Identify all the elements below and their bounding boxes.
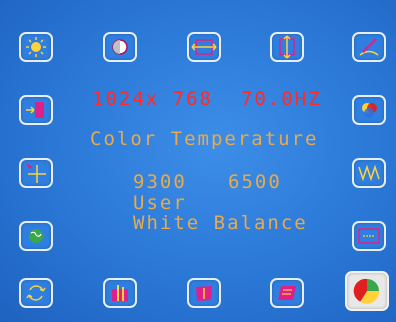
option-white-balance[interactable]: White Balance [133,212,308,234]
parallelogram-icon [278,286,296,300]
pincushion-button[interactable] [352,32,386,62]
language-button[interactable] [19,221,53,251]
color-button[interactable] [352,95,386,125]
option-user[interactable]: User [133,192,187,214]
moire-icon [358,164,380,182]
resolution-readout: 1024x 768 [92,88,213,110]
refresh-rate-readout: 70.0HZ [241,88,322,110]
position-icon [26,163,46,183]
vertical-size-icon [279,35,295,59]
trapezoid-button[interactable] [103,278,137,308]
input-source-icon [26,102,44,118]
brightness-icon [26,37,46,57]
monitor-osd-screen: 1024x 768 70.0HZ Color Temperature 9300 … [0,0,396,322]
horizontal-size-icon [191,39,217,55]
tilt-icon [196,286,212,301]
input-source-button[interactable] [19,95,53,125]
horizontal-position-icon [358,228,380,244]
color-pie-button[interactable] [345,271,389,311]
pie-color-icon [353,278,380,304]
contrast-button[interactable] [103,32,137,62]
menu-title: Color Temperature [90,128,319,150]
recall-icon [26,285,46,301]
parallelogram-button[interactable] [270,278,304,308]
language-icon [29,229,43,243]
moire-button[interactable] [352,158,386,188]
horizontal-position-button[interactable] [352,221,386,251]
vertical-size-button[interactable] [270,32,304,62]
brightness-button[interactable] [19,32,53,62]
contrast-icon [112,39,128,55]
option-6500[interactable]: 6500 [228,171,282,193]
pincushion-icon [359,38,379,56]
color-icon [362,103,377,118]
horizontal-size-button[interactable] [187,32,221,62]
option-9300[interactable]: 9300 [133,171,187,193]
trapezoid-icon [112,285,128,301]
position-button[interactable] [19,158,53,188]
recall-button[interactable] [19,278,53,308]
tilt-button[interactable] [187,278,221,308]
